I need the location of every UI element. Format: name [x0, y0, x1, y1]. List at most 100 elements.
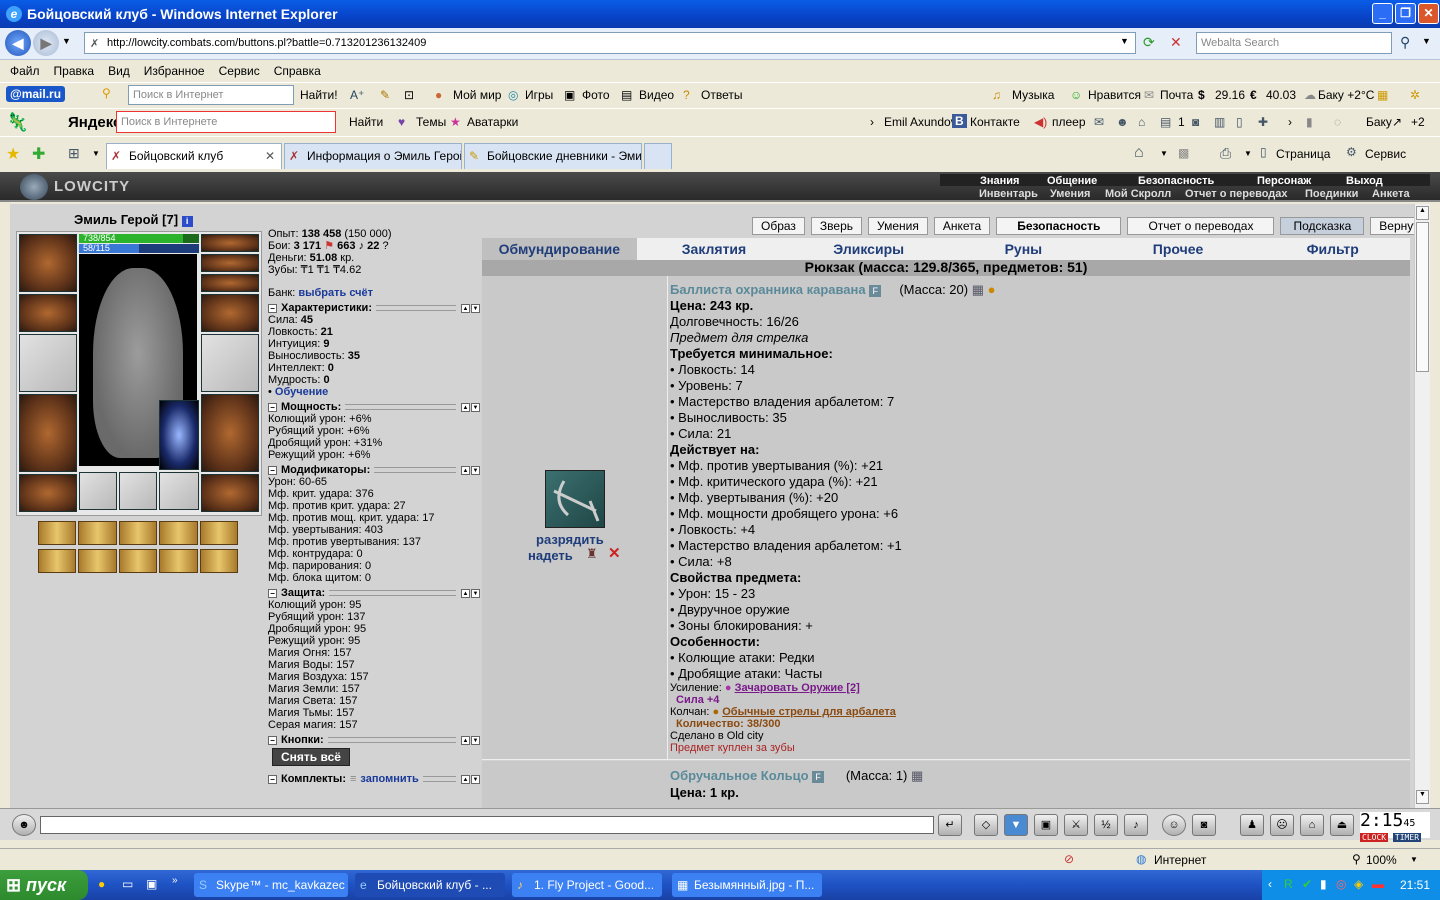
plus-icon[interactable]: ✚ [1258, 115, 1268, 129]
scroll-slot[interactable] [199, 549, 239, 573]
scroll-slot[interactable] [159, 549, 198, 573]
zoom-icon[interactable]: ⊡ [404, 88, 414, 102]
gsub-profile[interactable]: Анкета [1372, 188, 1410, 200]
mailru-mail[interactable]: Почта [1160, 88, 1193, 102]
weapon-slot[interactable] [19, 334, 77, 392]
forward-button[interactable]: ▶ [33, 30, 59, 56]
film-icon[interactable]: ▥ [1214, 115, 1225, 129]
scroll-up-icon[interactable]: ▲ [1416, 206, 1429, 220]
section-power[interactable]: − Мощность: ▲ ▼ [268, 401, 480, 413]
security-button[interactable]: Безопасность [996, 217, 1122, 235]
hint-button[interactable]: Подсказка [1280, 217, 1365, 235]
gsub-skills[interactable]: Умения [1050, 188, 1090, 200]
game-logo[interactable]: LOWCITY [14, 174, 134, 200]
crossbow-item-image[interactable] [545, 470, 605, 528]
scroll-slot[interactable] [38, 521, 77, 545]
menu-view[interactable]: Вид [108, 64, 130, 78]
close-tab-icon[interactable]: ✕ [265, 149, 275, 163]
forum-icon[interactable]: F [869, 284, 882, 297]
scroll-slot[interactable] [38, 549, 77, 573]
music-note-icon[interactable]: ♪ [1124, 814, 1148, 836]
face-icon[interactable]: ☹ [1270, 814, 1294, 836]
search-input[interactable]: Webalta Search [1196, 32, 1392, 54]
info-icon[interactable]: i [181, 216, 193, 227]
mailru-find-button[interactable]: Найти! [300, 88, 338, 102]
chevron-right-icon[interactable]: › [870, 115, 874, 129]
item-name-link[interactable]: Баллиста охранника каравана [670, 282, 866, 297]
task-skype[interactable]: S Skype™ - mc_kavkazec [194, 873, 348, 897]
quick-tabs-icon[interactable]: ⊞ [68, 145, 80, 162]
yandex-search-input[interactable]: Поиск в Интернете [116, 111, 336, 133]
highlight-icon[interactable]: ✎ [380, 88, 390, 102]
mail-envelope-icon[interactable]: ✉ [1094, 115, 1104, 129]
yandex-find-button[interactable]: Найти [349, 115, 383, 129]
rune-slot[interactable] [159, 400, 199, 470]
yandex-player[interactable]: плеер [1052, 115, 1086, 129]
bag-icon[interactable]: ♟ [1240, 814, 1264, 836]
more-icon[interactable]: › [1288, 115, 1292, 129]
eraser-icon[interactable]: ◇ [974, 814, 998, 836]
scroll-slot[interactable] [78, 549, 117, 573]
gmenu-social[interactable]: Общение [1047, 175, 1097, 187]
gmenu-character[interactable]: Персонаж [1257, 175, 1311, 187]
weather[interactable]: Баку +2°C [1318, 88, 1374, 102]
tray-signal-icon[interactable]: ▮ [1320, 877, 1327, 891]
smiley-icon[interactable]: ☺ [1162, 814, 1186, 836]
game-scrollbar[interactable]: ▲ ▼ [1414, 204, 1430, 808]
show-desktop-icon[interactable]: ▭ [122, 877, 133, 891]
scroll-slot[interactable] [159, 521, 198, 545]
scroll-slot[interactable] [118, 549, 158, 573]
quicklaunch-icon[interactable]: ● [98, 877, 105, 891]
ring-slot-1[interactable] [79, 472, 117, 510]
yandex-vk[interactable]: Контакте [970, 115, 1020, 129]
section-buttons[interactable]: − Кнопки: ▲ ▼ [268, 734, 480, 746]
tab-other[interactable]: Прочее [1101, 238, 1256, 260]
scroll-slot[interactable] [199, 521, 239, 545]
tray-clock[interactable]: 21:51 [1400, 878, 1430, 892]
media-icon[interactable]: ▣ [146, 877, 157, 891]
leggings-slot[interactable] [201, 394, 259, 472]
menu-edit[interactable]: Правка [54, 64, 95, 78]
scroll-slot[interactable] [78, 521, 117, 545]
mailru-answers[interactable]: Ответы [701, 88, 742, 102]
yandex-themes[interactable]: Темы [416, 115, 446, 129]
yandex-logo[interactable]: Яндекс [68, 114, 121, 131]
tab-elixirs[interactable]: Эликсиры [791, 238, 946, 260]
home-page-icon[interactable]: ⌂ [1134, 144, 1144, 162]
minimize-button[interactable]: _ [1372, 3, 1393, 24]
pet-button[interactable]: Зверь [810, 217, 863, 235]
search-dropdown-icon[interactable]: ▼ [1422, 36, 1431, 46]
scroll-thumb[interactable] [1416, 222, 1429, 372]
contacts-icon[interactable]: ☻ [1116, 115, 1129, 129]
home-icon[interactable]: ⌂ [1138, 115, 1145, 129]
mailru-search-input[interactable]: Поиск в Интернет [128, 85, 294, 105]
popup-blocker-icon[interactable]: ⊘ [1064, 852, 1074, 866]
boots-slot[interactable] [201, 474, 259, 512]
page-menu[interactable]: Страница [1276, 147, 1330, 161]
training-link[interactable]: Обучение [275, 386, 328, 398]
tab-diaries[interactable]: ✎ Бойцовские дневники - Эми... [464, 143, 642, 169]
task-fightclub[interactable]: e Бойцовский клуб - ... [355, 873, 505, 897]
chat-icon[interactable]: ◌ [1334, 115, 1341, 129]
menu-favorites[interactable]: Избранное [144, 64, 205, 78]
add-favorite-icon[interactable]: ✚ [32, 144, 45, 164]
home-dropdown-icon[interactable]: ▼ [1160, 149, 1168, 158]
task-player[interactable]: ♪ 1. Fly Project - Good... [512, 873, 662, 897]
stats-icon[interactable]: ▮ [1306, 115, 1313, 129]
profile-button[interactable]: Анкета [933, 217, 991, 235]
equip-link[interactable]: надеть [528, 548, 573, 563]
print-icon[interactable]: ⎙ [1220, 145, 1231, 162]
yandex-avatars[interactable]: Аватарки [467, 115, 518, 129]
url-dropdown-icon[interactable]: ▼ [1120, 36, 1129, 46]
mailru-like[interactable]: Нравится [1088, 88, 1141, 102]
amulet-slot[interactable] [201, 254, 259, 272]
yandex-city[interactable]: Баку [1366, 115, 1392, 129]
shield-slot[interactable] [201, 334, 259, 392]
filter-icon[interactable]: ▼ [1004, 814, 1028, 836]
image-button[interactable]: Образ [752, 217, 805, 235]
refresh-icon[interactable]: ⟳ [1143, 34, 1155, 51]
section-defense[interactable]: − Защита: ▲ ▼ [268, 587, 480, 599]
belt-slot[interactable] [19, 474, 77, 512]
character-name[interactable]: Эмиль Герой [7] i [74, 212, 193, 227]
transfers-report-button[interactable]: Отчет о переводах [1127, 217, 1275, 235]
